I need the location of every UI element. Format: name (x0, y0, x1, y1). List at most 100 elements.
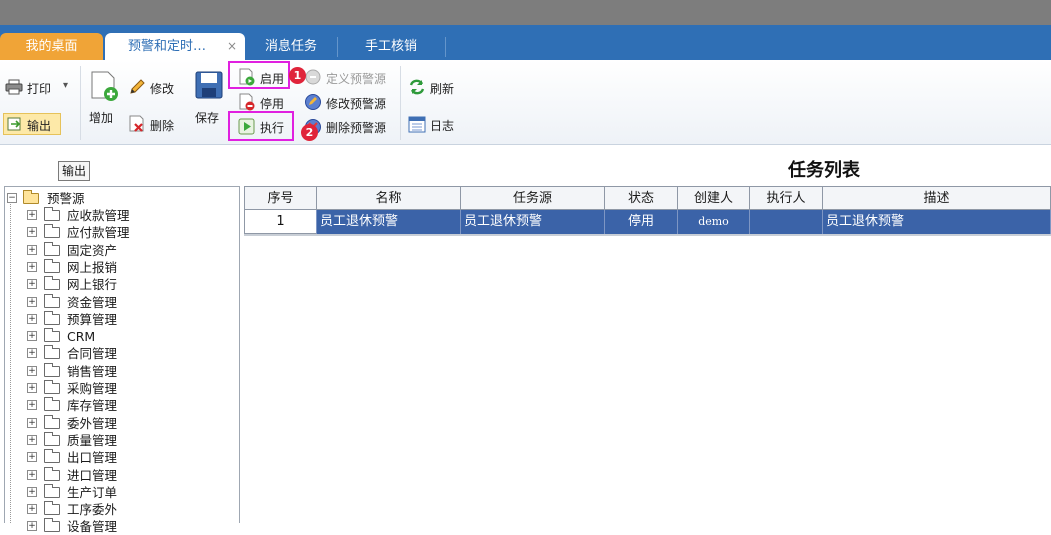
tab-message-task[interactable]: 消息任务 (245, 33, 337, 60)
folder-icon (44, 431, 60, 446)
export-label: 输出 (27, 119, 52, 133)
print-button[interactable]: 打印 (27, 80, 51, 97)
cell-status: 停用 (605, 210, 678, 234)
tree-guide-line (10, 200, 11, 523)
export-icon (7, 117, 21, 131)
folder-icon (44, 362, 60, 377)
save-disk-icon (195, 71, 223, 99)
col-header-index[interactable]: 序号 (244, 186, 317, 210)
expand-icon[interactable]: + (27, 296, 37, 307)
folder-icon (44, 466, 60, 481)
tab-alert-and-timer[interactable]: 预警和定时… × (105, 33, 245, 60)
expand-icon[interactable]: + (27, 383, 37, 393)
folder-icon (44, 328, 60, 343)
expand-icon[interactable]: + (27, 261, 37, 272)
modify-source-icon (305, 94, 321, 110)
folder-icon (44, 518, 60, 533)
tree-item-label: 应收款管理 (67, 208, 130, 223)
define-source-icon (305, 69, 321, 85)
save-button[interactable]: 保存 (195, 109, 219, 126)
toolbar-separator (80, 66, 81, 140)
tree-item-label: 库存管理 (67, 398, 118, 414)
panel-export-button[interactable]: 输出 (58, 161, 90, 181)
expand-icon[interactable]: + (27, 417, 37, 428)
tree-item-label: 固定资产 (67, 242, 118, 258)
tab-my-desktop[interactable]: 我的桌面 (0, 33, 103, 60)
folder-icon (44, 501, 60, 516)
delete-alert-source-button[interactable]: 删除预警源 (326, 119, 386, 136)
col-header-task-source[interactable]: 任务源 (461, 186, 605, 210)
task-grid: 序号 名称 任务源 状态 创建人 执行人 描述 1 员工退休预警 员工退休预警 … (244, 186, 1051, 236)
folder-icon (44, 310, 60, 325)
col-header-name[interactable]: 名称 (317, 186, 461, 210)
folder-icon (44, 380, 60, 394)
expand-icon[interactable]: + (27, 504, 37, 515)
title-bar (0, 0, 1051, 25)
expand-icon[interactable]: + (27, 400, 37, 411)
refresh-icon (409, 79, 425, 95)
expand-icon[interactable]: + (27, 434, 37, 445)
col-header-status[interactable]: 状态 (605, 186, 678, 210)
tab-separator (445, 37, 446, 57)
tree-item-label: 质量管理 (67, 432, 118, 448)
expand-icon[interactable]: + (27, 210, 37, 220)
expand-icon[interactable]: + (27, 331, 37, 342)
delete-button[interactable]: 删除 (150, 117, 174, 134)
tree-item-label: 资金管理 (67, 294, 118, 310)
tree-item-label: 设备管理 (67, 519, 118, 535)
modify-button[interactable]: 修改 (150, 80, 174, 97)
print-dropdown-icon[interactable]: ▾ (63, 80, 68, 91)
printer-icon (5, 79, 23, 95)
folder-open-icon (23, 190, 39, 204)
col-header-executor[interactable]: 执行人 (750, 186, 823, 210)
step-badge-2: 2 (301, 124, 318, 141)
expand-icon[interactable]: + (27, 469, 37, 480)
refresh-button[interactable]: 刷新 (430, 80, 454, 97)
col-header-description[interactable]: 描述 (823, 186, 1051, 210)
toolbar-separator (400, 66, 401, 140)
disable-icon (239, 93, 255, 111)
tree-item-label: 销售管理 (67, 363, 118, 379)
col-header-creator[interactable]: 创建人 (678, 186, 750, 210)
tab-bar: 我的桌面 预警和定时… × 消息任务 手工核销 (0, 25, 1051, 60)
close-icon[interactable]: × (227, 33, 237, 60)
expand-icon[interactable]: + (27, 365, 37, 376)
folder-icon (44, 207, 60, 221)
log-button[interactable]: 日志 (430, 117, 454, 134)
folder-icon (44, 414, 60, 429)
folder-icon (44, 258, 60, 273)
execute-highlight-box (228, 111, 294, 141)
expand-icon[interactable]: + (27, 244, 37, 255)
expand-icon[interactable]: + (27, 452, 37, 463)
tree-item-label: 预算管理 (67, 311, 118, 327)
tab-alert-label: 预警和定时… (128, 39, 207, 54)
tree-item-label: 网上银行 (67, 277, 118, 293)
tree-item-label: 委外管理 (67, 415, 118, 431)
define-alert-source-button[interactable]: 定义预警源 (326, 70, 386, 87)
cell-task-source: 员工退休预警 (461, 210, 605, 234)
expand-icon[interactable]: + (27, 279, 37, 290)
expand-icon[interactable]: + (27, 227, 37, 238)
expand-icon[interactable]: + (27, 486, 37, 497)
add-button[interactable]: 增加 (89, 109, 113, 126)
tree-item-label: CRM (67, 329, 96, 345)
folder-icon (44, 241, 60, 256)
folder-icon (44, 449, 60, 464)
tree-item-label: 出口管理 (67, 450, 118, 466)
tree-item-label: 应付款管理 (67, 225, 130, 241)
collapse-icon[interactable]: − (7, 193, 17, 203)
calendar-log-icon (408, 116, 426, 133)
tree-item-label: 采购管理 (67, 381, 118, 396)
export-button[interactable]: 输出 (3, 113, 61, 135)
tree-item-label: 合同管理 (67, 346, 118, 362)
expand-icon[interactable]: + (27, 348, 37, 359)
cell-index: 1 (244, 210, 317, 234)
tab-manual-writeoff[interactable]: 手工核销 (337, 33, 445, 60)
cell-name: 员工退休预警 (317, 210, 461, 234)
cell-description: 员工退休预警 (823, 210, 1051, 234)
disable-button[interactable]: 停用 (260, 95, 284, 112)
folder-icon (44, 293, 60, 308)
folder-icon (44, 224, 60, 239)
modify-alert-source-button[interactable]: 修改预警源 (326, 95, 386, 112)
expand-icon[interactable]: + (27, 313, 37, 324)
